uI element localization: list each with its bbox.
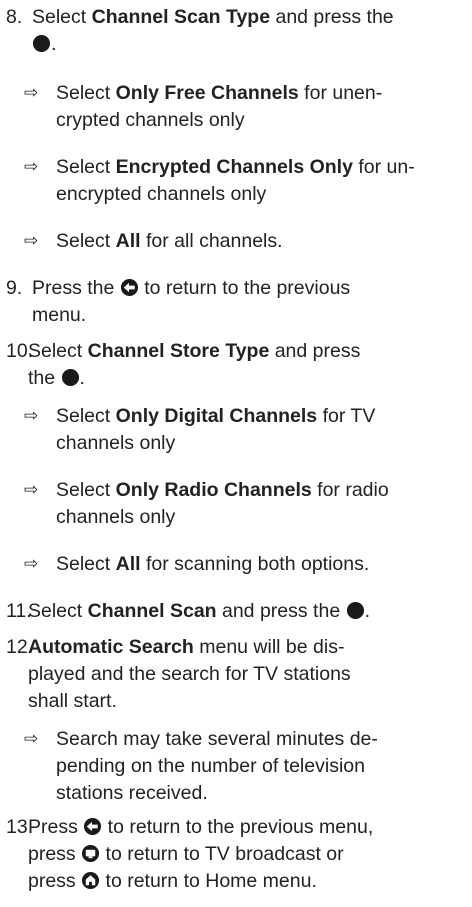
step-number: 9. (6, 277, 23, 299)
step-9: 9. Press the to return to the previous me… (6, 277, 351, 326)
step-12: 12. Automatic Search menu will be dis-pl… (6, 636, 351, 712)
home-button-icon (82, 871, 100, 890)
arrow-right-icon: ⇨ (24, 729, 39, 749)
back-button-icon (84, 817, 102, 836)
step-number: 13. (6, 816, 34, 838)
step-8: 8. Select Channel Scan Type and press th… (6, 6, 394, 55)
menu-item-name: Automatic Search (28, 636, 194, 658)
step-number: 8. (6, 6, 23, 28)
step-11: 11. Select Channel Scan and press the . (6, 598, 466, 625)
step-number: 12. (6, 636, 34, 658)
step-8-option-2: ⇨ Select Encrypted Channels Only for un-… (24, 156, 415, 205)
ok-button-icon (61, 368, 79, 387)
tv-button-icon (82, 844, 100, 863)
menu-item-name: Channel Scan (87, 600, 217, 622)
step-10-option-1: ⇨ Select Only Digital Channels for TV cha… (24, 405, 376, 454)
step-8-option-1: ⇨ Select Only Free Channels for unen-cry… (24, 82, 383, 131)
manual-page: 8. Select Channel Scan Type and press th… (0, 0, 472, 907)
arrow-right-icon: ⇨ (24, 554, 39, 574)
ok-button-icon (32, 34, 51, 53)
step-12-option-1: ⇨ Search may take several minutes de-pen… (24, 728, 378, 804)
step-number: 10. (6, 340, 34, 362)
step-8-option-3: ⇨ Select All for all channels. (24, 228, 466, 255)
ok-button-icon (346, 601, 364, 620)
step-10-option-2: ⇨ Select Only Radio Channels for radio ch… (24, 479, 389, 528)
arrow-right-icon: ⇨ (24, 406, 39, 426)
step-10: 10. Select Channel Store Type and press t… (6, 340, 361, 389)
step-10-option-3: ⇨ Select All for scanning both options. (24, 551, 466, 578)
menu-item-name: Channel Store Type (87, 340, 270, 362)
arrow-right-icon: ⇨ (24, 231, 39, 251)
arrow-right-icon: ⇨ (24, 83, 39, 103)
back-button-icon (120, 278, 138, 297)
arrow-right-icon: ⇨ (24, 157, 39, 177)
step-number: 11. (6, 600, 32, 622)
step-13: 13. Press to return to the previous menu… (6, 816, 374, 892)
arrow-right-icon: ⇨ (24, 480, 39, 500)
menu-item-name: Channel Scan Type (91, 6, 271, 28)
